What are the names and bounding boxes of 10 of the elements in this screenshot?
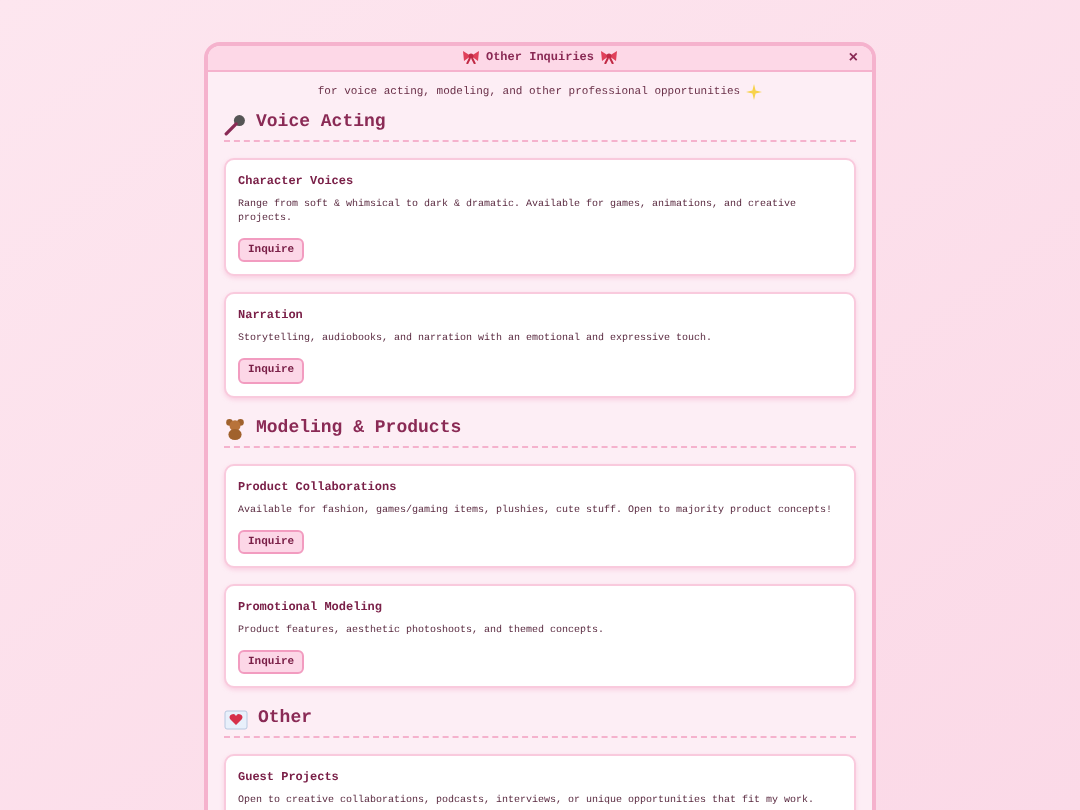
section-heading: Other: [258, 706, 313, 733]
sparkle-icon: [746, 83, 763, 100]
ribbon-icon: [600, 50, 618, 65]
section-heading: Modeling & Products: [256, 415, 462, 442]
teddy-bear-icon: [224, 418, 246, 440]
heart-letter-icon: [224, 710, 248, 730]
section-heading: Voice Acting: [256, 110, 386, 137]
microphone-icon: [224, 113, 246, 135]
close-button[interactable]: ×: [848, 46, 858, 74]
ribbon-icon: [461, 50, 480, 65]
